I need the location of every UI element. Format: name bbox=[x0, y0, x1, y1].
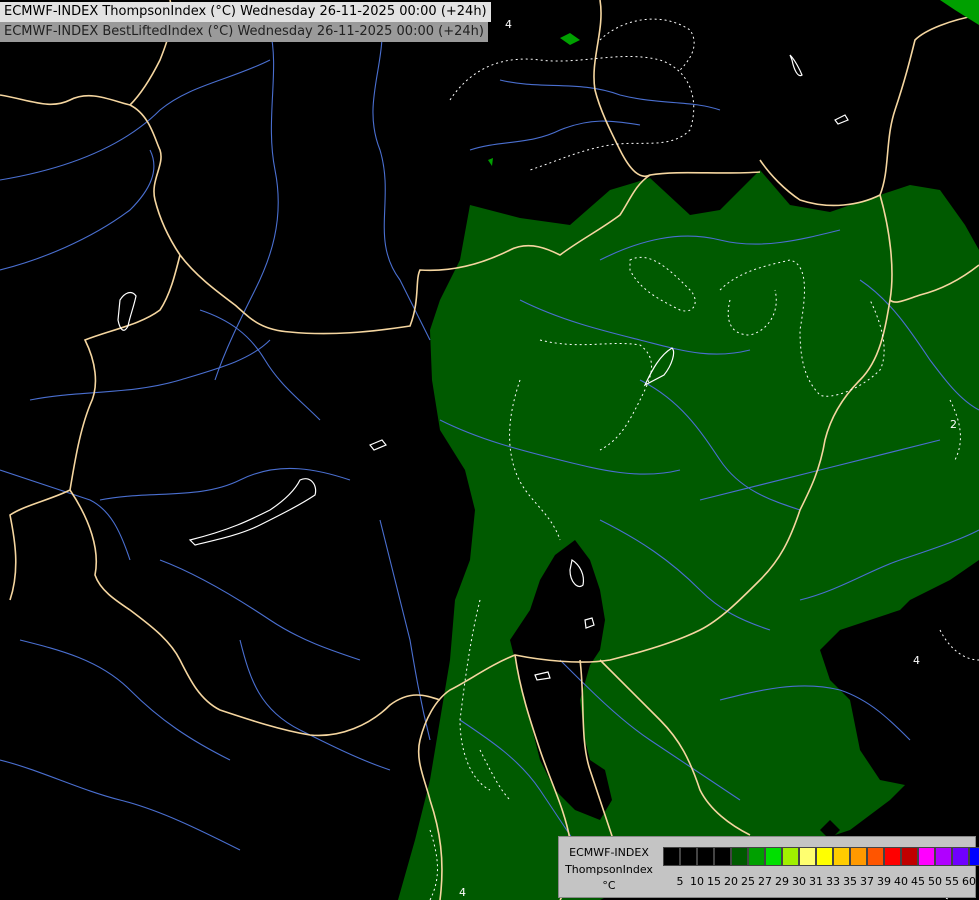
contour-label: 4 bbox=[913, 654, 920, 667]
legend-swatch bbox=[952, 847, 969, 866]
legend-title: ECMWF-INDEX bbox=[569, 846, 649, 859]
legend-swatch bbox=[918, 847, 935, 866]
legend-swatch bbox=[714, 847, 731, 866]
legend-tick: 60 bbox=[962, 875, 976, 888]
legend-swatch bbox=[935, 847, 952, 866]
contour-label: 2 bbox=[950, 418, 957, 431]
legend-variable: ThompsonIndex bbox=[565, 863, 653, 876]
contour-label: 4 bbox=[505, 18, 512, 31]
legend-swatch bbox=[850, 847, 867, 866]
legend-swatch bbox=[969, 847, 979, 866]
contour-label: 4 bbox=[459, 886, 466, 899]
legend-swatch bbox=[901, 847, 918, 866]
legend-swatch bbox=[816, 847, 833, 866]
weather-map: 4 2 4 2 4 bbox=[0, 0, 979, 900]
legend-swatch bbox=[867, 847, 884, 866]
legend-swatch bbox=[765, 847, 782, 866]
legend-swatch bbox=[663, 847, 680, 866]
legend-swatch bbox=[884, 847, 901, 866]
legend-swatch bbox=[748, 847, 765, 866]
legend-swatch bbox=[782, 847, 799, 866]
map-title-bestlifted: ECMWF-INDEX BestLiftedIndex (°C) Wednesd… bbox=[0, 22, 488, 42]
legend-swatch bbox=[731, 847, 748, 866]
legend-swatch bbox=[697, 847, 714, 866]
color-legend: ECMWF-INDEX ThompsonIndex °C 5 10 15 20 25 27… bbox=[558, 836, 979, 898]
legend-swatch bbox=[680, 847, 697, 866]
legend-unit: °C bbox=[602, 879, 616, 892]
legend-swatch bbox=[799, 847, 816, 866]
legend-swatch bbox=[833, 847, 850, 866]
map-title-thompson: ECMWF-INDEX ThompsonIndex (°C) Wednesday… bbox=[0, 2, 491, 22]
